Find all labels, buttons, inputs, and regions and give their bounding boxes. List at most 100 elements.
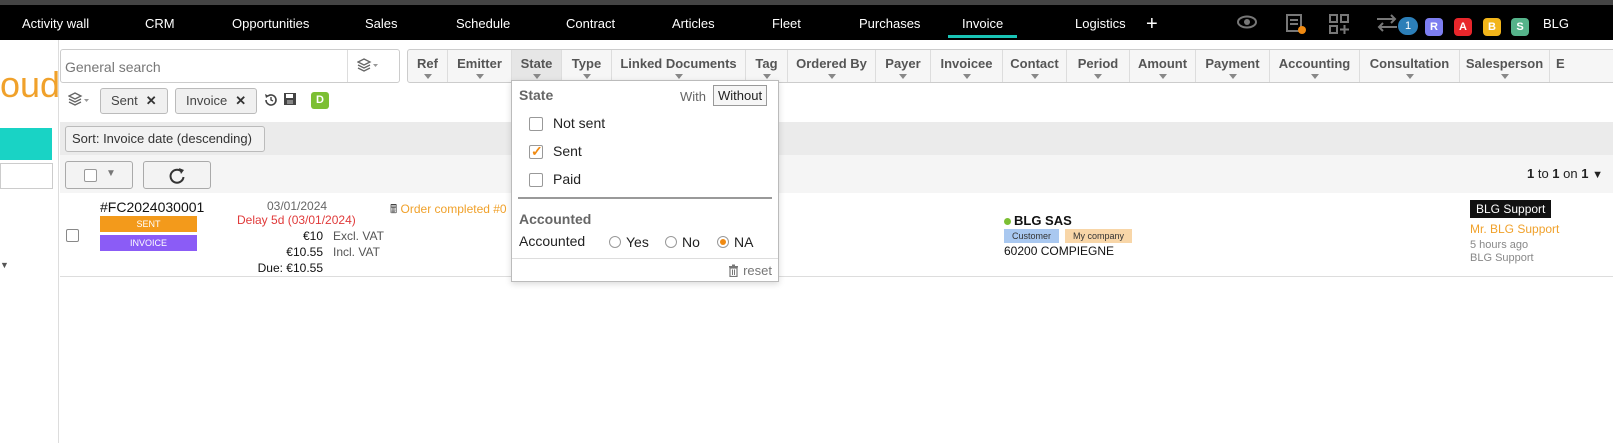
type-tag: INVOICE [100, 235, 197, 251]
pager-dropdown-icon[interactable]: ▼ [1592, 169, 1603, 181]
nav-item-purchases[interactable]: Purchases [859, 10, 920, 38]
company-label: BLG SAS [1014, 213, 1072, 228]
transfer-icon[interactable] [1375, 13, 1399, 38]
pager-on-word: on [1563, 166, 1578, 181]
user-badge-s[interactable]: S [1511, 18, 1529, 36]
cash-register-icon[interactable] [1284, 13, 1308, 40]
sort-label: Sort: Invoice date (descending) [72, 131, 252, 146]
filter-chip-invoice[interactable]: Invoice ✕ [175, 88, 258, 114]
filter-col-more[interactable]: E [1550, 50, 1590, 82]
filter-col-consultation[interactable]: Consultation [1360, 50, 1460, 82]
nav-item-activity-wall[interactable]: Activity wall [22, 10, 89, 38]
radio-button[interactable] [717, 236, 729, 248]
filter-col-ref[interactable]: Ref [408, 50, 448, 82]
user-menu[interactable]: BLG [1543, 10, 1569, 38]
with-toggle[interactable]: With [680, 89, 706, 104]
updated-time: 5 hours ago [1470, 239, 1529, 251]
updated-by: BLG Support [1470, 252, 1534, 264]
dropdown-arrow-icon [674, 74, 683, 79]
draft-badge[interactable]: D [311, 92, 329, 109]
refresh-button[interactable] [143, 161, 211, 189]
filter-chip-label: Invoice [186, 93, 228, 108]
filter-col-contact[interactable]: Contact [1003, 50, 1067, 82]
filter-col-linked-documents[interactable]: Linked Documents [612, 50, 746, 82]
user-badge-r[interactable]: R [1425, 18, 1443, 36]
sidebar-input[interactable] [0, 163, 53, 189]
filter-col-amount[interactable]: Amount [1130, 50, 1196, 82]
nav-item-logistics[interactable]: Logistics [1075, 10, 1126, 38]
nav-item-contract[interactable]: Contract [566, 10, 615, 38]
linked-order[interactable]: 🖩 Order completed #0 [390, 200, 507, 221]
filter-col-invoicee[interactable]: Invoicee [931, 50, 1003, 82]
filter-col-period[interactable]: Period [1067, 50, 1130, 82]
radio-button[interactable] [665, 236, 677, 248]
filter-col-label: Payment [1205, 56, 1260, 71]
invoice-ref[interactable]: #FC2024030001 [100, 199, 204, 215]
filter-header: Ref Emitter State Type Linked Documents … [407, 49, 1613, 83]
pager: 1 to 1 on 1 ▼ [1527, 166, 1603, 181]
history-icon[interactable] [263, 92, 279, 111]
select-all-checkbox[interactable] [84, 169, 97, 182]
nav-item-invoice[interactable]: Invoice [948, 10, 1018, 38]
without-toggle[interactable]: Without [713, 85, 768, 106]
nav-item-schedule[interactable]: Schedule [456, 10, 510, 38]
radio-button[interactable] [609, 236, 621, 248]
amount-excl-vat: €10 [302, 229, 323, 243]
filter-col-tag[interactable]: Tag [746, 50, 788, 82]
filter-col-emitter[interactable]: Emitter [448, 50, 512, 82]
checkbox[interactable] [529, 143, 543, 160]
sort-select[interactable]: Sort: Invoice date (descending) ▼ [65, 126, 265, 170]
filter-col-salesperson[interactable]: Salesperson [1460, 50, 1550, 82]
user-badge-a[interactable]: A [1454, 18, 1472, 36]
eye-icon[interactable] [1236, 13, 1258, 36]
status-tag: SENT [100, 216, 197, 232]
sidebar-caret-icon[interactable]: ▼ [0, 260, 9, 270]
divider [512, 258, 778, 259]
checkbox[interactable] [529, 117, 543, 131]
filter-col-label: Ref [417, 56, 438, 71]
filter-col-state[interactable]: State [512, 50, 562, 82]
filter-chip-sent[interactable]: Sent ✕ [100, 88, 168, 114]
filter-col-label: Emitter [457, 56, 502, 71]
nav-item-opportunities[interactable]: Opportunities [232, 10, 309, 38]
salesperson-badge[interactable]: BLG Support [1470, 200, 1552, 218]
filter-col-label: Type [571, 56, 602, 71]
dropdown-arrow-icon [1405, 74, 1414, 79]
add-tab-button[interactable]: + [1146, 10, 1158, 38]
radio-label: NA [734, 234, 754, 250]
option-label: Paid [553, 171, 582, 187]
nav-item-articles[interactable]: Articles [672, 10, 715, 38]
notification-count-badge[interactable]: 1 [1398, 17, 1418, 35]
dropdown-arrow-icon [532, 74, 541, 79]
nav-item-crm[interactable]: CRM [145, 10, 175, 38]
nav-item-fleet[interactable]: Fleet [772, 10, 801, 38]
filter-col-label: Invoicee [940, 56, 993, 71]
filter-col-payer[interactable]: Payer [876, 50, 931, 82]
nav-item-sales[interactable]: Sales [365, 10, 398, 38]
select-all-button[interactable]: ▼ [65, 161, 133, 189]
company-name[interactable]: BLG SAS [1004, 213, 1072, 228]
company-tag-my-company: My company [1065, 229, 1133, 243]
save-icon[interactable] [283, 92, 297, 109]
checkbox[interactable] [529, 173, 543, 187]
search-input[interactable] [65, 56, 345, 78]
dropdown-arrow-icon [423, 74, 432, 79]
user-badge-b[interactable]: B [1483, 18, 1501, 36]
filter-col-label: Payer [885, 56, 921, 71]
row-checkbox[interactable] [66, 229, 79, 242]
salesperson-link[interactable]: Mr. BLG Support [1470, 222, 1559, 236]
invoice-date: 03/01/2024 [267, 199, 328, 213]
pager-total: 1 [1581, 166, 1589, 181]
reset-button[interactable]: reset [728, 263, 772, 278]
apps-grid-icon[interactable] [1328, 13, 1350, 40]
filter-col-payment[interactable]: Payment [1196, 50, 1270, 82]
layers-icon[interactable] [67, 92, 94, 111]
remove-filter-icon[interactable]: ✕ [235, 93, 246, 108]
layers-dropdown-icon[interactable] [356, 58, 379, 77]
sidebar-new-button[interactable] [0, 128, 52, 160]
filter-col-ordered-by[interactable]: Ordered By [788, 50, 876, 82]
remove-filter-icon[interactable]: ✕ [146, 93, 157, 108]
filter-col-type[interactable]: Type [562, 50, 612, 82]
pager-to: 1 [1552, 166, 1560, 181]
filter-col-accounting[interactable]: Accounting [1270, 50, 1360, 82]
